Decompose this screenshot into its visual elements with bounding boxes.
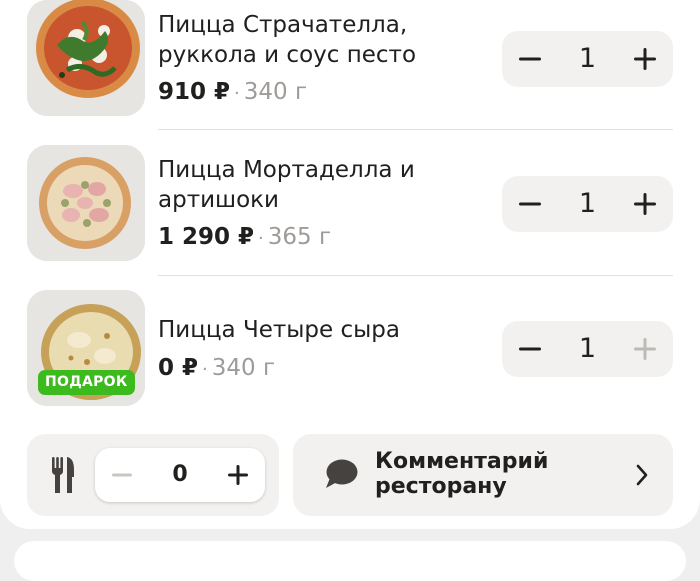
plus-icon xyxy=(634,48,656,70)
divider xyxy=(158,129,673,130)
cart-card: Пицца Страчателла, руккола и соус песто … xyxy=(0,0,700,529)
item-name: Пицца Мортаделла и артишоки xyxy=(158,157,415,213)
pizza-mortadella-image[interactable] xyxy=(27,145,145,261)
divider xyxy=(158,275,673,276)
minus-icon xyxy=(112,473,132,477)
pizza-four-cheese-image[interactable]: ПОДАРОК xyxy=(27,290,145,406)
chevron-right-icon xyxy=(636,464,648,486)
separator-dot: · xyxy=(234,83,240,104)
item-price-weight: 0 ₽ · 340 г xyxy=(158,353,275,385)
minus-icon xyxy=(519,202,541,206)
cutlery-decrease-button[interactable] xyxy=(95,448,149,502)
quantity-stepper: 1 xyxy=(502,31,673,87)
item-weight: 365 г xyxy=(267,224,332,250)
item-price: 1 290 ₽ xyxy=(158,224,255,250)
cutlery-selector: 0 xyxy=(27,434,279,516)
quantity-value: 1 xyxy=(578,333,597,364)
cutlery-increase-button[interactable] xyxy=(211,448,265,502)
pizza-stracciatella-image[interactable] xyxy=(27,0,145,116)
item-price-weight: 910 ₽ · 340 г xyxy=(158,77,307,109)
item-weight: 340 г xyxy=(243,79,308,105)
cutlery-quantity-value: 0 xyxy=(172,462,188,487)
separator-dot: · xyxy=(258,228,264,249)
increase-button-disabled[interactable] xyxy=(617,321,673,377)
separator-dot: · xyxy=(202,359,208,380)
cutlery-quantity-stepper: 0 xyxy=(95,448,265,502)
gift-badge: ПОДАРОК xyxy=(38,370,135,395)
minus-icon xyxy=(519,57,541,61)
next-section-card xyxy=(14,541,686,581)
increase-button[interactable] xyxy=(617,176,673,232)
speech-bubble-icon xyxy=(326,459,358,488)
quantity-stepper: 1 xyxy=(502,176,673,232)
item-weight: 340 г xyxy=(211,355,276,381)
comment-label: Комментарий ресторану xyxy=(375,449,549,499)
decrease-button[interactable] xyxy=(502,321,558,377)
plus-icon xyxy=(634,338,656,360)
quantity-value: 1 xyxy=(578,43,597,74)
decrease-button[interactable] xyxy=(502,31,558,87)
item-name: Пицца Четыре сыра xyxy=(158,317,400,343)
increase-button[interactable] xyxy=(617,31,673,87)
item-price-weight: 1 290 ₽ · 365 г xyxy=(158,222,331,254)
quantity-value: 1 xyxy=(578,188,597,219)
item-price: 910 ₽ xyxy=(158,79,231,105)
decrease-button[interactable] xyxy=(502,176,558,232)
item-name: Пицца Страчателла, руккола и соус песто xyxy=(158,12,417,68)
quantity-stepper: 1 xyxy=(502,321,673,377)
minus-icon xyxy=(519,347,541,351)
plus-icon xyxy=(228,465,248,485)
plus-icon xyxy=(634,193,656,215)
cutlery-icon xyxy=(52,457,74,493)
restaurant-comment-button[interactable]: Комментарий ресторану xyxy=(293,434,673,516)
item-price: 0 ₽ xyxy=(158,355,199,381)
